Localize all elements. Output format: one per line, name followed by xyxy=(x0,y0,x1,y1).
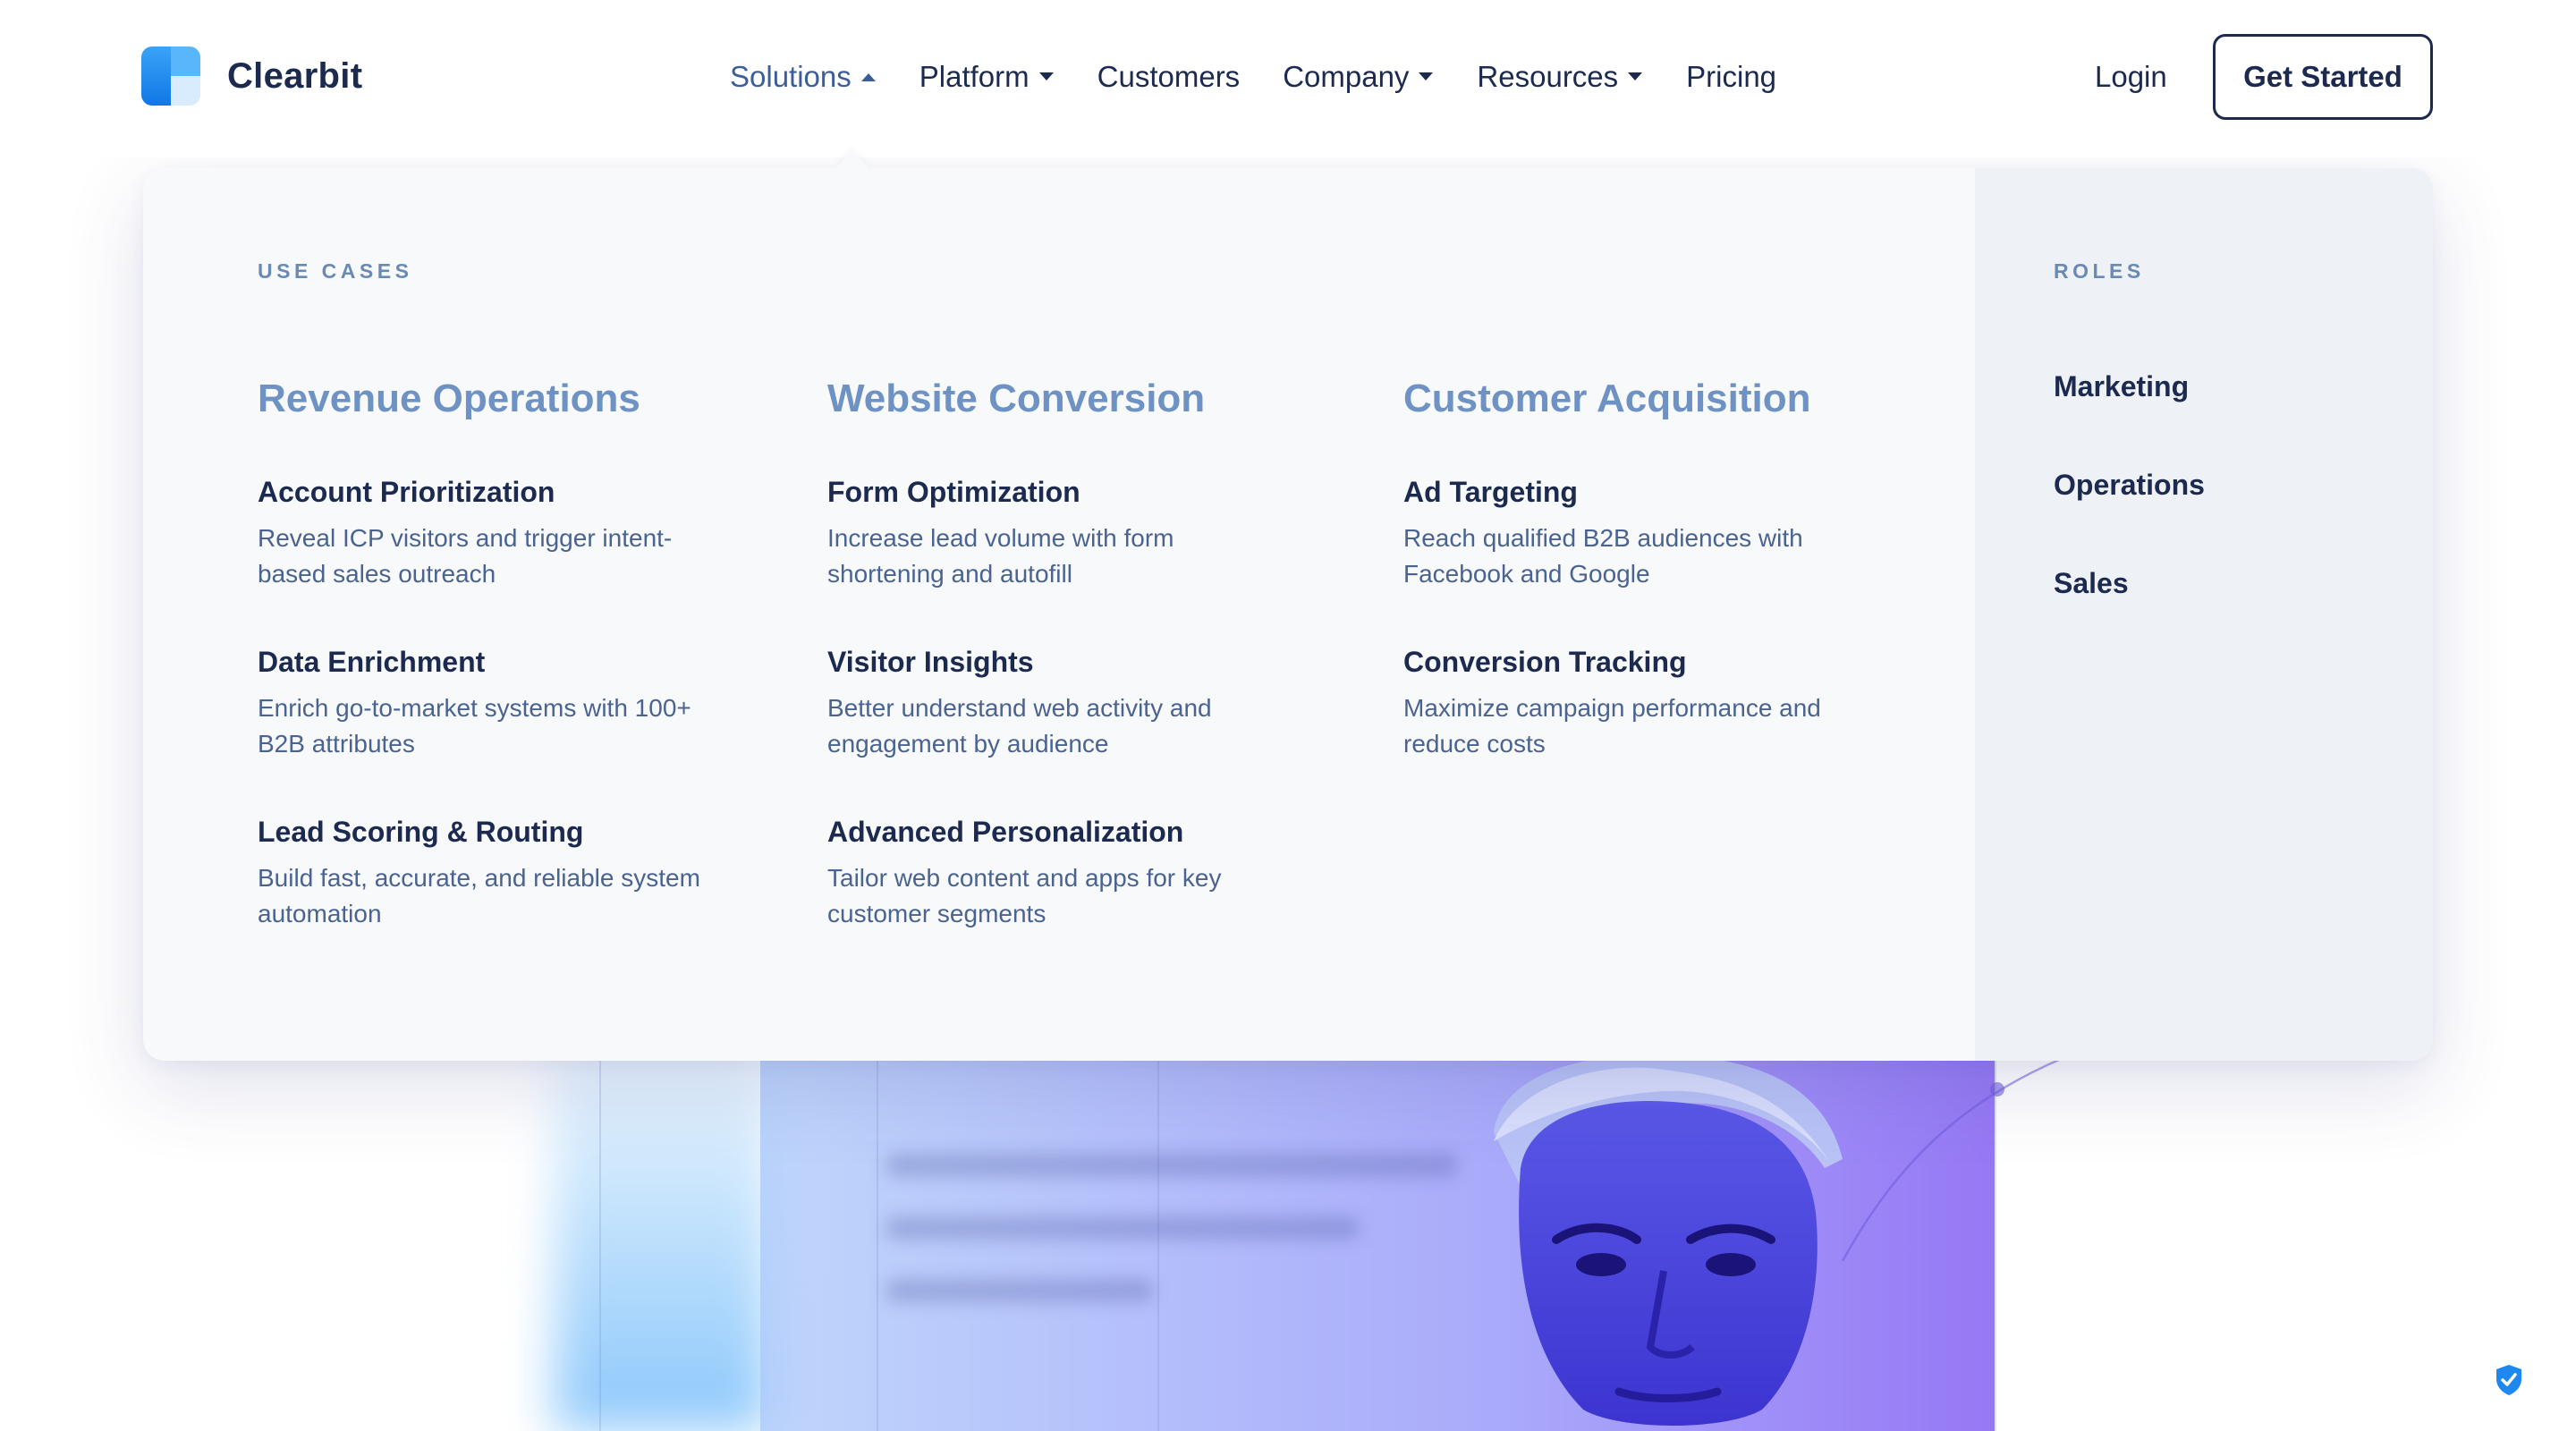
blurred-text-line xyxy=(886,1154,1458,1177)
decorative-curve xyxy=(1841,1055,2073,1261)
role-sales[interactable]: Sales xyxy=(2054,565,2205,601)
nav-solutions[interactable]: Solutions xyxy=(730,60,877,94)
role-marketing[interactable]: Marketing xyxy=(2054,368,2205,404)
role-operations[interactable]: Operations xyxy=(2054,467,2205,503)
column-website-conversion: Website Conversion Form Optimization Inc… xyxy=(827,376,1328,984)
feature-title: Visitor Insights xyxy=(827,646,1034,678)
solutions-dropdown: USE CASES Revenue Operations Account Pri… xyxy=(143,168,2433,1061)
feature-data-enrichment[interactable]: Data Enrichment Enrich go-to-market syst… xyxy=(258,644,758,762)
feature-title: Advanced Personalization xyxy=(827,816,1184,848)
hero-blue-band xyxy=(555,1037,769,1431)
shield-check-icon xyxy=(2496,1365,2521,1395)
customer-portrait xyxy=(1494,1061,1843,1426)
security-badge[interactable] xyxy=(2478,1349,2540,1411)
nav-label: Solutions xyxy=(730,60,852,93)
feature-conversion-tracking[interactable]: Conversion Tracking Maximize campaign pe… xyxy=(1403,644,1904,762)
brand-logo-link[interactable]: Clearbit xyxy=(141,47,362,106)
roles-heading: ROLES xyxy=(2054,259,2145,283)
caret-down-icon xyxy=(1628,72,1643,80)
nav-platform[interactable]: Platform xyxy=(919,60,1055,94)
feature-advanced-personalization[interactable]: Advanced Personalization Tailor web cont… xyxy=(827,814,1328,932)
grid-line xyxy=(1157,1055,1159,1431)
nav-pricing[interactable]: Pricing xyxy=(1686,60,1776,94)
nav-resources[interactable]: Resources xyxy=(1477,60,1643,94)
feature-visitor-insights[interactable]: Visitor Insights Better understand web a… xyxy=(827,644,1328,762)
roles-panel: ROLES Marketing Operations Sales xyxy=(1975,168,2433,1061)
column-title[interactable]: Customer Acquisition xyxy=(1403,376,1904,422)
feature-description: Better understand web activity and engag… xyxy=(827,694,1212,758)
use-cases-panel: USE CASES Revenue Operations Account Pri… xyxy=(143,168,1975,1061)
nav-label: Pricing xyxy=(1686,60,1777,93)
nav-customers[interactable]: Customers xyxy=(1097,60,1241,94)
feature-title: Data Enrichment xyxy=(258,646,486,678)
feature-ad-targeting[interactable]: Ad Targeting Reach qualified B2B audienc… xyxy=(1403,474,1904,592)
feature-title: Lead Scoring & Routing xyxy=(258,816,584,848)
column-title[interactable]: Website Conversion xyxy=(827,376,1328,422)
nav-label: Customers xyxy=(1097,60,1241,93)
grid-line xyxy=(599,1055,601,1431)
caret-down-icon xyxy=(1038,72,1054,80)
feature-title: Ad Targeting xyxy=(1403,476,1578,508)
use-cases-heading: USE CASES xyxy=(258,259,413,283)
blurred-text-line xyxy=(886,1279,1154,1302)
feature-lead-scoring-routing[interactable]: Lead Scoring & Routing Build fast, accur… xyxy=(258,814,758,932)
column-title[interactable]: Revenue Operations xyxy=(258,376,758,422)
main-nav: Solutions Platform Customers Company Res… xyxy=(730,54,1819,100)
nav-label: Resources xyxy=(1477,60,1619,93)
feature-account-prioritization[interactable]: Account Prioritization Reveal ICP visito… xyxy=(258,474,758,592)
feature-form-optimization[interactable]: Form Optimization Increase lead volume w… xyxy=(827,474,1328,592)
feature-description: Enrich go-to-market systems with 100+ B2… xyxy=(258,694,691,758)
caret-down-icon xyxy=(1419,72,1434,80)
top-navigation: Clearbit Solutions Platform Customers Co… xyxy=(0,0,2576,157)
roles-list: Marketing Operations Sales xyxy=(2054,368,2205,664)
feature-title: Form Optimization xyxy=(827,476,1080,508)
feature-title: Conversion Tracking xyxy=(1403,646,1687,678)
feature-description: Reach qualified B2B audiences with Faceb… xyxy=(1403,524,1803,588)
clearbit-logo-icon xyxy=(141,47,200,106)
nav-label: Platform xyxy=(919,60,1030,93)
caret-up-icon xyxy=(860,73,876,81)
nav-company[interactable]: Company xyxy=(1283,60,1434,94)
feature-description: Increase lead volume with form shortenin… xyxy=(827,524,1174,588)
blurred-text-line xyxy=(886,1216,1360,1240)
feature-description: Tailor web content and apps for key cust… xyxy=(827,864,1222,927)
feature-description: Maximize campaign performance and reduce… xyxy=(1403,694,1821,758)
nav-label: Company xyxy=(1283,60,1410,93)
login-link[interactable]: Login xyxy=(2095,54,2167,100)
brand-name: Clearbit xyxy=(227,55,363,96)
feature-description: Build fast, accurate, and reliable syste… xyxy=(258,864,700,927)
column-revenue-operations: Revenue Operations Account Prioritizatio… xyxy=(258,376,758,984)
feature-title: Account Prioritization xyxy=(258,476,555,508)
grid-line xyxy=(877,1055,878,1431)
column-customer-acquisition: Customer Acquisition Ad Targeting Reach … xyxy=(1403,376,1904,814)
feature-description: Reveal ICP visitors and trigger intent-b… xyxy=(258,524,673,588)
get-started-button[interactable]: Get Started xyxy=(2213,34,2433,120)
